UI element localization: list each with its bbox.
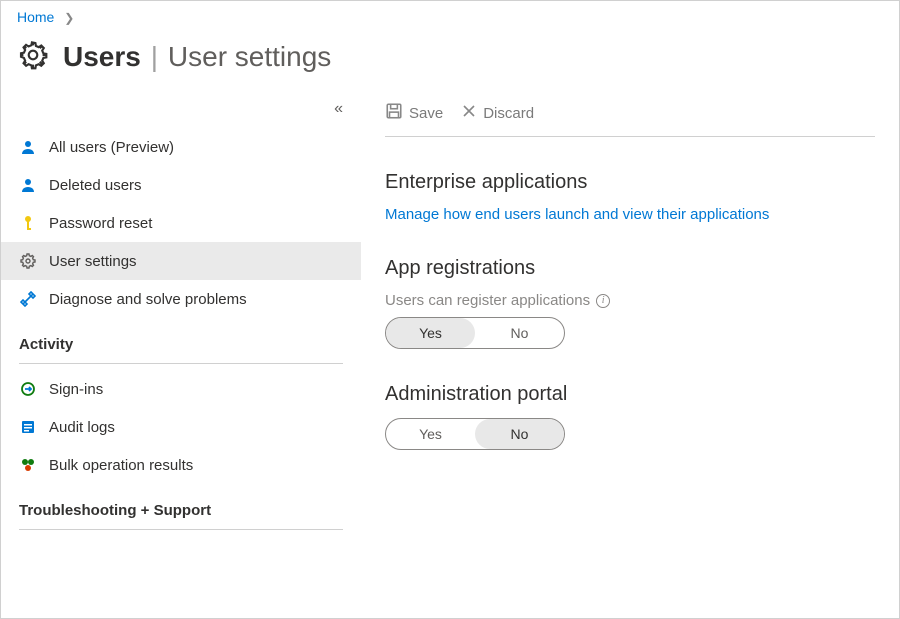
sidebar-item-user-settings[interactable]: User settings	[1, 242, 361, 280]
toggle-admin-portal[interactable]: Yes No	[385, 418, 565, 450]
section-title: Administration portal	[385, 383, 875, 406]
breadcrumb: Home ❯	[1, 1, 899, 29]
sidebar-item-label: Sign-ins	[49, 381, 103, 398]
discard-button[interactable]: Discard	[461, 103, 534, 123]
discard-label: Discard	[483, 105, 534, 122]
sidebar-section-activity: Activity	[1, 318, 361, 359]
close-icon	[461, 103, 477, 123]
collapse-sidebar-icon[interactable]: «	[334, 100, 343, 118]
person-icon	[19, 176, 37, 194]
toggle-register-apps[interactable]: Yes No	[385, 317, 565, 349]
gear-small-icon	[19, 252, 37, 270]
sidebar-item-label: Bulk operation results	[49, 457, 193, 474]
toggle-option-no[interactable]: No	[475, 318, 564, 348]
enterprise-apps-link[interactable]: Manage how end users launch and view the…	[385, 206, 769, 223]
signin-icon	[19, 380, 37, 398]
sidebar-item-deleted-users[interactable]: Deleted users	[1, 166, 361, 204]
person-icon	[19, 138, 37, 156]
title-divider: |	[151, 41, 158, 72]
gear-icon	[17, 39, 49, 74]
sidebar-item-label: Deleted users	[49, 177, 142, 194]
sidebar-item-bulk-results[interactable]: Bulk operation results	[1, 446, 361, 484]
sidebar: « All users (Preview) Deleted users Pass…	[1, 92, 361, 609]
toggle-option-yes[interactable]: Yes	[386, 318, 475, 348]
section-app-registrations: App registrations Users can register app…	[385, 257, 875, 349]
section-admin-portal: Administration portal Yes No	[385, 383, 875, 450]
chevron-right-icon: ❯	[64, 11, 74, 25]
divider	[19, 529, 343, 530]
sidebar-item-password-reset[interactable]: Password reset	[1, 204, 361, 242]
page-title: Users	[63, 41, 141, 72]
sidebar-item-all-users[interactable]: All users (Preview)	[1, 128, 361, 166]
section-title: App registrations	[385, 257, 875, 280]
sidebar-item-label: User settings	[49, 253, 137, 270]
sidebar-item-audit-logs[interactable]: Audit logs	[1, 408, 361, 446]
field-label-register-apps: Users can register applications i	[385, 292, 875, 309]
sidebar-section-troubleshooting: Troubleshooting + Support	[1, 484, 361, 525]
divider	[19, 363, 343, 364]
logs-icon	[19, 418, 37, 436]
sidebar-item-label: Audit logs	[49, 419, 115, 436]
toggle-option-yes[interactable]: Yes	[386, 419, 475, 449]
section-title: Enterprise applications	[385, 171, 875, 194]
sidebar-item-label: All users (Preview)	[49, 139, 174, 156]
save-label: Save	[409, 105, 443, 122]
page-subtitle: User settings	[168, 41, 331, 72]
toggle-option-no[interactable]: No	[475, 419, 564, 449]
key-icon	[19, 214, 37, 232]
breadcrumb-home-link[interactable]: Home	[17, 9, 54, 25]
bulk-icon	[19, 456, 37, 474]
section-enterprise-apps: Enterprise applications Manage how end u…	[385, 171, 875, 223]
sidebar-item-label: Password reset	[49, 215, 152, 232]
sidebar-item-diagnose[interactable]: Diagnose and solve problems	[1, 280, 361, 318]
save-icon	[385, 102, 403, 124]
save-button[interactable]: Save	[385, 102, 443, 124]
main-panel: Save Discard Enterprise applications Man…	[361, 92, 899, 609]
sidebar-item-label: Diagnose and solve problems	[49, 291, 247, 308]
sidebar-item-sign-ins[interactable]: Sign-ins	[1, 370, 361, 408]
toolbar: Save Discard	[385, 92, 875, 137]
info-icon[interactable]: i	[596, 294, 610, 308]
page-header: Users | User settings	[1, 29, 899, 92]
wrench-icon	[19, 290, 37, 308]
